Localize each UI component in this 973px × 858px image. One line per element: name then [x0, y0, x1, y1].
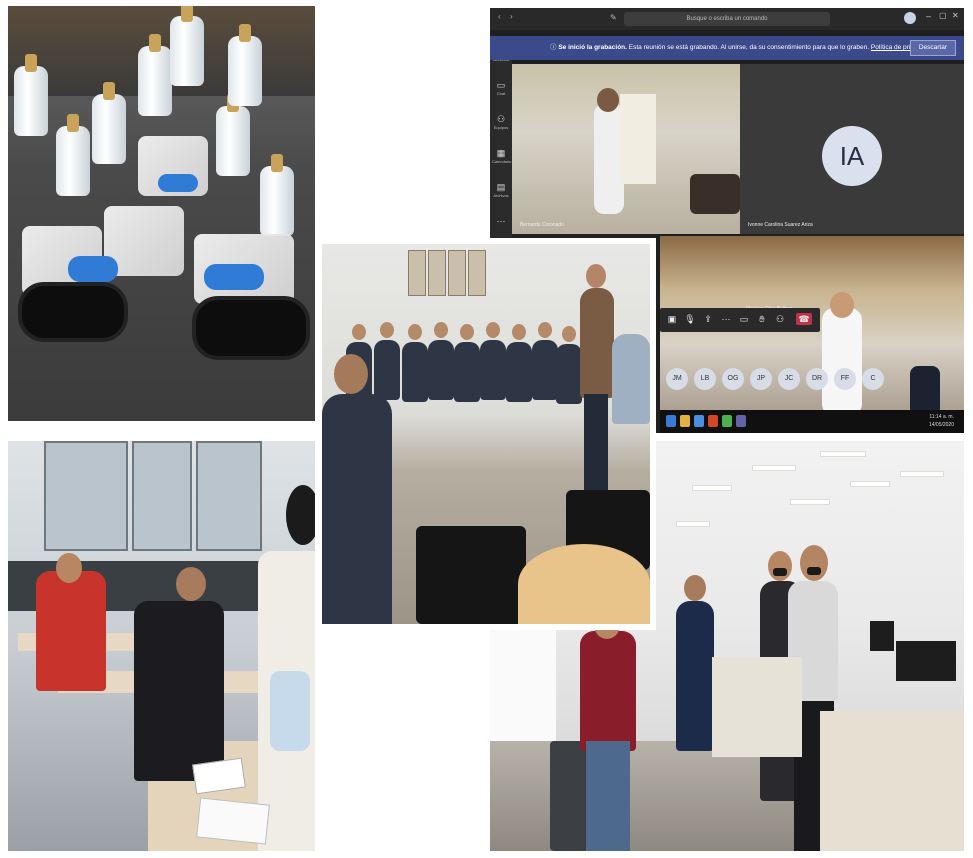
- video-camera-icon[interactable]: ▣: [666, 313, 678, 325]
- participant-avatar[interactable]: DR: [806, 368, 828, 390]
- profile-avatar[interactable]: [904, 12, 916, 24]
- maximize-icon[interactable]: ▢: [939, 11, 947, 20]
- share-screen-icon[interactable]: ⇪: [702, 313, 714, 325]
- chat-icon[interactable]: ▭: [738, 313, 750, 325]
- ppe-kits-photo: [8, 6, 315, 421]
- chat-icon: ▭: [496, 80, 506, 90]
- ppe-delivery-photo: [8, 441, 315, 851]
- recording-message: Esta reunión se está grabando. Al unirse…: [628, 44, 870, 51]
- raise-hand-icon[interactable]: ✋︎: [756, 313, 768, 325]
- recording-banner: ⓘ Se inició la grabación. Esta reunión s…: [490, 36, 964, 60]
- rail-more-button[interactable]: ···: [492, 216, 510, 238]
- more-icon: ···: [496, 216, 506, 226]
- windows-taskbar: 11:14 a. m. 14/05/2020: [660, 410, 964, 433]
- close-icon[interactable]: ✕: [952, 11, 959, 20]
- dismiss-button[interactable]: Descartar: [909, 40, 956, 56]
- back-arrow-icon[interactable]: ‹: [498, 12, 501, 21]
- forward-arrow-icon[interactable]: ›: [510, 12, 513, 21]
- dropbox-icon[interactable]: [694, 415, 704, 427]
- app-rail: 🔔︎Actividad ▭Chat ⚇Equipos ▦Calendario ▤…: [490, 36, 512, 266]
- participant-avatar[interactable]: JP: [750, 368, 772, 390]
- rail-item-chat[interactable]: ▭ Chat: [492, 80, 510, 102]
- title-bar: ‹ › ✎ Busque o escriba un comando – ▢ ✕: [490, 8, 964, 30]
- participant-avatar[interactable]: JC: [778, 368, 800, 390]
- participant-name: Bernardo Coronado: [520, 222, 564, 228]
- teams-icon: ⚇: [496, 114, 506, 124]
- microphone-icon[interactable]: 🎙︎: [684, 313, 696, 325]
- participants-icon[interactable]: ⚇: [774, 313, 786, 325]
- video-tile-1: Bernardo Coronado: [512, 64, 740, 234]
- more-options-icon[interactable]: ···: [720, 313, 732, 325]
- office-icon[interactable]: [708, 415, 718, 427]
- search-input[interactable]: Busque o escriba un comando: [624, 12, 830, 26]
- compose-icon[interactable]: ✎: [610, 13, 617, 22]
- participant-avatar[interactable]: OG: [722, 368, 744, 390]
- end-call-button[interactable]: ☎︎: [796, 313, 812, 325]
- meeting-room-photo: [316, 238, 656, 630]
- participant-name: Ivonne Carolina Suarez Ariza: [748, 222, 813, 228]
- participant-avatar[interactable]: FF: [834, 368, 856, 390]
- participant-strip: JM LB OG JP JC DR FF C: [666, 368, 896, 394]
- minimize-icon[interactable]: –: [926, 11, 931, 21]
- rail-item-files[interactable]: ▤ Archivos: [492, 182, 510, 204]
- teams-app-icon[interactable]: [736, 415, 746, 427]
- avatar: IA: [822, 126, 882, 186]
- system-clock: 11:14 a. m. 14/05/2020: [928, 414, 954, 428]
- rail-item-calendar[interactable]: ▦ Calendario: [492, 148, 511, 170]
- folder-icon[interactable]: [680, 415, 690, 427]
- participant-avatar[interactable]: C: [862, 368, 884, 390]
- chrome-icon[interactable]: [722, 415, 732, 427]
- recording-title: Se inició la grabación.: [558, 44, 627, 51]
- call-controls: ▣ 🎙︎ ⇪ ··· ▭ ✋︎ ⚇ ☎︎: [660, 308, 820, 332]
- calendar-icon: ▦: [496, 148, 506, 158]
- files-icon: ▤: [496, 182, 506, 192]
- rail-item-teams[interactable]: ⚇ Equipos: [492, 114, 510, 136]
- participant-avatar[interactable]: LB: [694, 368, 716, 390]
- search-icon[interactable]: [666, 415, 676, 427]
- video-tile-2: IA Ivonne Carolina Suarez Ariza: [740, 64, 964, 234]
- participant-avatar[interactable]: JM: [666, 368, 688, 390]
- photo-collage: ‹ › ✎ Busque o escriba un comando – ▢ ✕ …: [0, 0, 973, 858]
